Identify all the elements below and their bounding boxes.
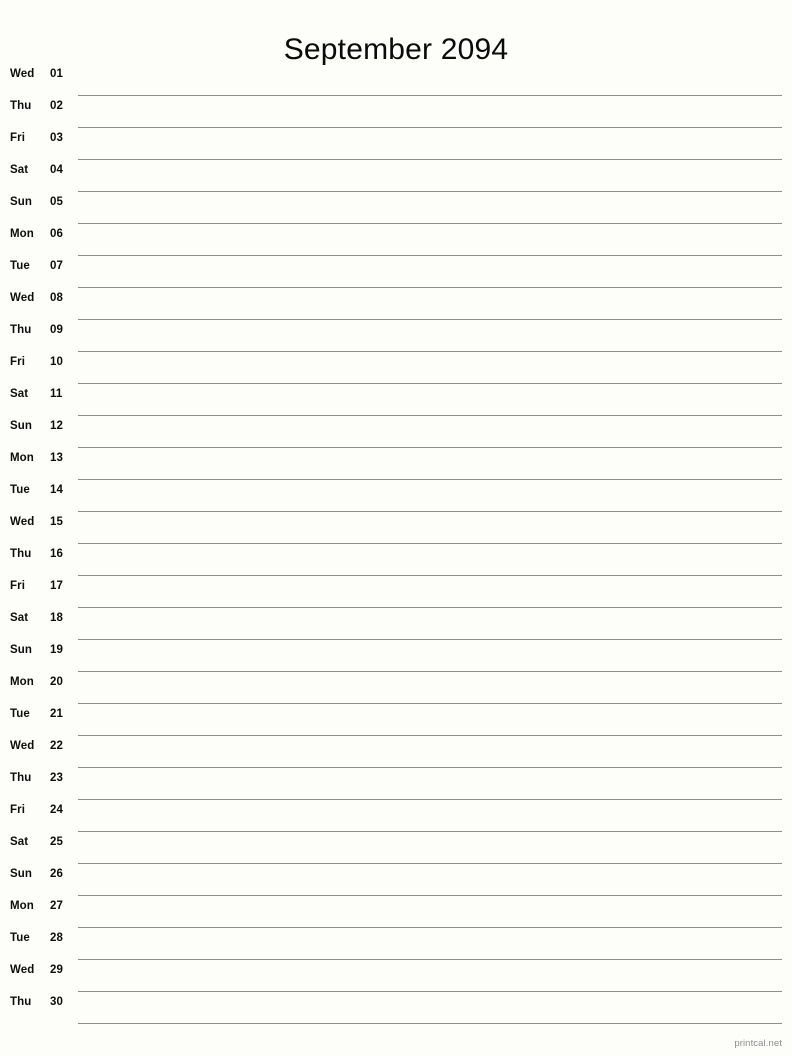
day-weekday-label: Wed — [10, 740, 35, 752]
day-number-label: 13 — [50, 452, 63, 464]
day-number-label: 06 — [50, 228, 63, 240]
day-weekday-label: Fri — [10, 132, 25, 144]
day-weekday-label: Mon — [10, 228, 34, 240]
day-weekday-label: Fri — [10, 356, 25, 368]
day-row[interactable]: Sat 18 — [0, 608, 792, 640]
day-weekday-label: Mon — [10, 452, 34, 464]
day-weekday-label: Wed — [10, 516, 35, 528]
day-number-label: 21 — [50, 708, 63, 720]
day-weekday-label: Wed — [10, 292, 35, 304]
day-row[interactable]: Mon 13 — [0, 448, 792, 480]
day-weekday-label: Tue — [10, 484, 30, 496]
day-number-label: 09 — [50, 324, 63, 336]
day-number-label: 16 — [50, 548, 63, 560]
day-row[interactable]: Sun 12 — [0, 416, 792, 448]
day-weekday-label: Fri — [10, 804, 25, 816]
day-number-label: 22 — [50, 740, 63, 752]
page-title: September 2094 — [283, 33, 509, 67]
day-weekday-label: Wed — [10, 964, 35, 976]
day-row[interactable]: Fri 17 — [0, 576, 792, 608]
day-number-label: 20 — [50, 676, 63, 688]
day-number-label: 19 — [50, 644, 63, 656]
day-row[interactable]: Wed 29 — [0, 960, 792, 992]
day-row[interactable]: Mon 20 — [0, 672, 792, 704]
day-number-label: 08 — [50, 292, 63, 304]
day-weekday-label: Tue — [10, 932, 30, 944]
day-weekday-label: Thu — [10, 548, 32, 560]
day-row[interactable]: Sat 04 — [0, 160, 792, 192]
day-number-label: 01 — [50, 68, 63, 80]
day-weekday-label: Thu — [10, 996, 32, 1008]
day-row[interactable]: Sun 19 — [0, 640, 792, 672]
day-writing-line[interactable] — [78, 1023, 782, 1024]
day-number-label: 17 — [50, 580, 63, 592]
day-weekday-label: Sun — [10, 868, 33, 880]
day-weekday-label: Sat — [10, 388, 29, 400]
day-row[interactable]: Thu 16 — [0, 544, 792, 576]
day-number-label: 30 — [50, 996, 63, 1008]
calendar-page: September 2094 Wed 01 Thu 02 Fri 03 Sat 04 Sun 05… — [0, 0, 792, 1056]
day-number-label: 14 — [50, 484, 63, 496]
day-weekday-label: Thu — [10, 324, 32, 336]
day-weekday-label: Sun — [10, 196, 33, 208]
day-weekday-label: Tue — [10, 708, 30, 720]
day-number-label: 02 — [50, 100, 63, 112]
day-number-label: 15 — [50, 516, 63, 528]
day-weekday-label: Wed — [10, 68, 35, 80]
day-number-label: 12 — [50, 420, 63, 432]
day-row[interactable]: Thu 23 — [0, 768, 792, 800]
day-weekday-label: Sat — [10, 612, 29, 624]
day-number-label: 10 — [50, 356, 63, 368]
day-number-label: 04 — [50, 164, 63, 176]
day-weekday-label: Mon — [10, 900, 34, 912]
day-row[interactable]: Mon 06 — [0, 224, 792, 256]
day-row[interactable]: Wed 08 — [0, 288, 792, 320]
day-row[interactable]: Fri 10 — [0, 352, 792, 384]
day-number-label: 05 — [50, 196, 63, 208]
day-row[interactable]: Tue 14 — [0, 480, 792, 512]
day-weekday-label: Fri — [10, 580, 25, 592]
day-number-label: 29 — [50, 964, 63, 976]
day-row[interactable]: Thu 30 — [0, 992, 792, 1024]
day-row[interactable]: Fri 03 — [0, 128, 792, 160]
footer-brand: printcal.net — [734, 1038, 782, 1049]
day-number-label: 07 — [50, 260, 63, 272]
day-number-label: 03 — [50, 132, 63, 144]
day-row[interactable]: Sun 05 — [0, 192, 792, 224]
day-weekday-label: Thu — [10, 772, 32, 784]
day-number-label: 23 — [50, 772, 63, 784]
day-weekday-label: Sun — [10, 420, 33, 432]
day-weekday-label: Mon — [10, 676, 34, 688]
day-row[interactable]: Mon 27 — [0, 896, 792, 928]
day-number-label: 25 — [50, 836, 63, 848]
day-row[interactable]: Fri 24 — [0, 800, 792, 832]
day-weekday-label: Sat — [10, 836, 29, 848]
day-number-label: 26 — [50, 868, 63, 880]
day-number-label: 27 — [50, 900, 63, 912]
day-row[interactable]: Tue 21 — [0, 704, 792, 736]
day-row[interactable]: Wed 01 — [0, 64, 792, 96]
day-number-label: 24 — [50, 804, 63, 816]
day-number-label: 11 — [50, 388, 63, 400]
day-number-label: 28 — [50, 932, 63, 944]
day-row[interactable]: Wed 22 — [0, 736, 792, 768]
day-weekday-label: Sun — [10, 644, 33, 656]
day-weekday-label: Sat — [10, 164, 29, 176]
day-row[interactable]: Sat 11 — [0, 384, 792, 416]
day-weekday-label: Tue — [10, 260, 30, 272]
day-row[interactable]: Tue 28 — [0, 928, 792, 960]
day-weekday-label: Thu — [10, 100, 32, 112]
day-row[interactable]: Thu 09 — [0, 320, 792, 352]
day-number-label: 18 — [50, 612, 63, 624]
day-row[interactable]: Wed 15 — [0, 512, 792, 544]
day-row[interactable]: Thu 02 — [0, 96, 792, 128]
day-row[interactable]: Sat 25 — [0, 832, 792, 864]
day-row-list: Wed 01 Thu 02 Fri 03 Sat 04 Sun 05 Mon 06 Tue 07 Wed 08… — [0, 64, 792, 1024]
day-row[interactable]: Tue 07 — [0, 256, 792, 288]
day-row[interactable]: Sun 26 — [0, 864, 792, 896]
